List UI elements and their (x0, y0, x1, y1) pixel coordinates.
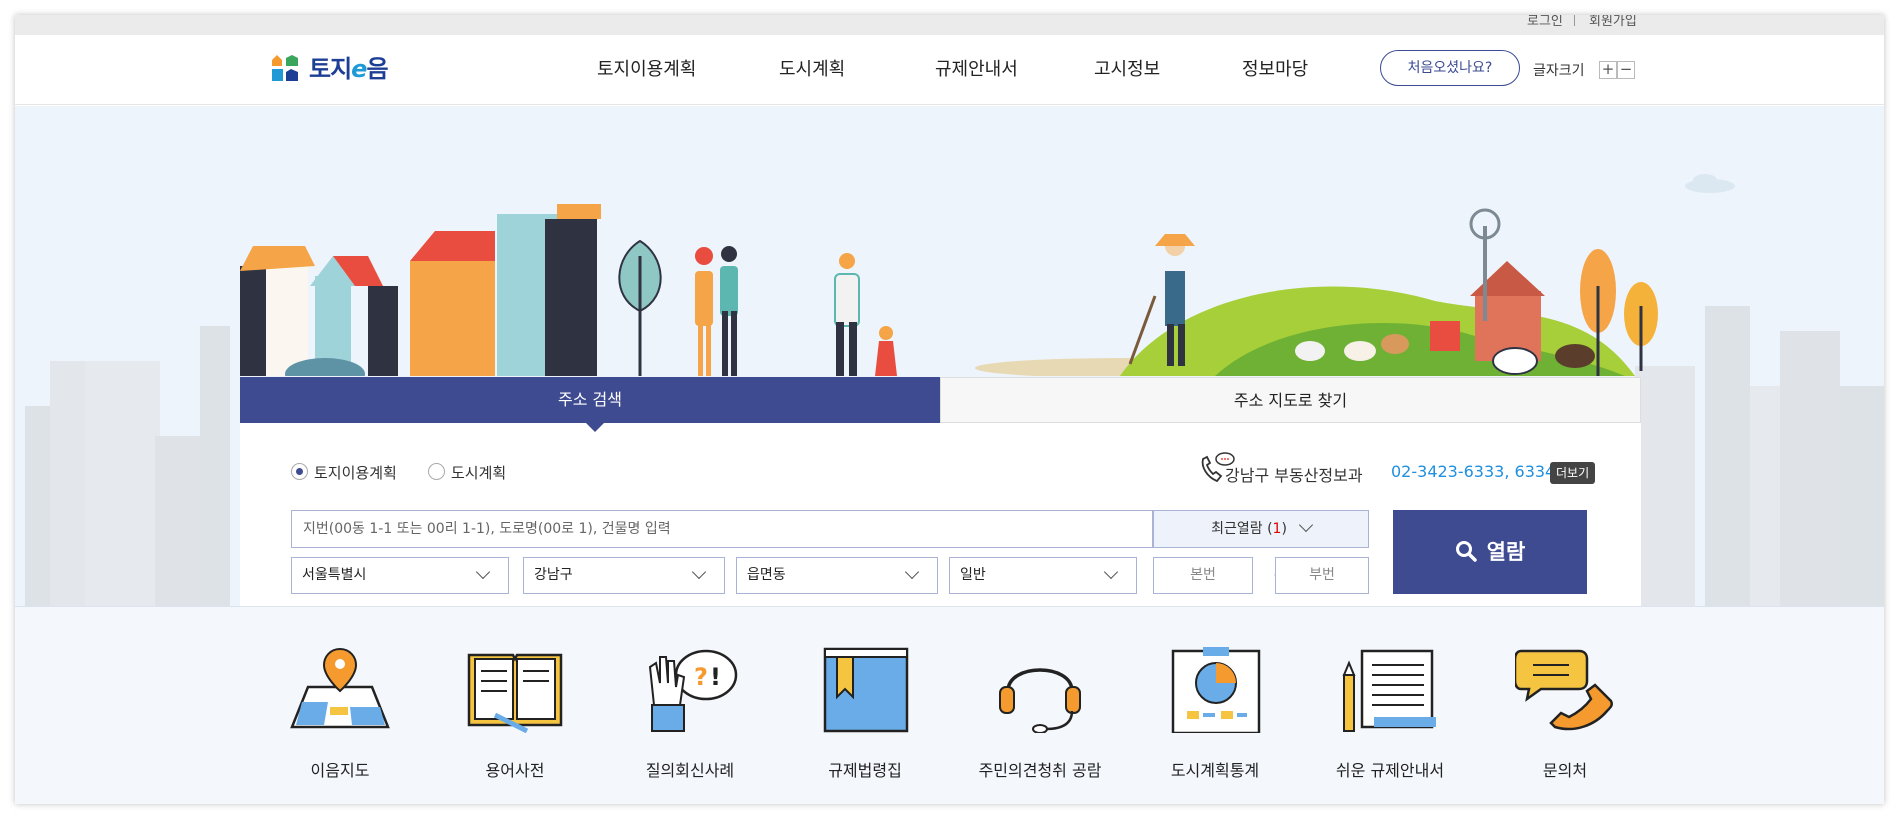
quick-link-label: 이음지도 (310, 761, 370, 780)
radio-unchecked-icon (428, 463, 445, 480)
chevron-down-icon (691, 564, 707, 580)
quick-links: 이음지도 용어사전 ? ! 질의회신사례 규제법령집 주민의견청취 공람 도시계… (15, 606, 1884, 804)
svg-text:!: ! (710, 663, 721, 691)
quick-link-label: 문의처 (1542, 761, 1588, 780)
font-size-increase-button[interactable]: + (1599, 61, 1617, 79)
tab-address-search[interactable]: 주소 검색 (240, 377, 940, 432)
headset-icon (999, 668, 1081, 733)
hero-section: 주소 검색 주소 지도로 찾기 토지이용계획 도시계획 강남구 부동산정보과 0… (15, 106, 1884, 625)
gnb-notices[interactable]: 고시정보 (1094, 55, 1160, 81)
address-search-panel: 주소 검색 주소 지도로 찾기 토지이용계획 도시계획 강남구 부동산정보과 0… (240, 377, 1641, 625)
quick-link-label: 도시계획통계 (1170, 761, 1260, 780)
utility-bar: 로그인 회원가입 (15, 15, 1884, 35)
gnb-info-center[interactable]: 정보마당 (1242, 55, 1308, 81)
site-logo[interactable]: 토지e음 (309, 49, 389, 84)
radio-city-plan[interactable]: 도시계획 (428, 462, 506, 483)
logo-text-b: 음 (366, 55, 388, 83)
logo-text-e: e (351, 55, 367, 83)
gnb-land-use-plan[interactable]: 토지이용계획 (597, 55, 696, 81)
site-header: 토지e음 토지이용계획 도시계획 규제안내서 고시정보 정보마당 처음오셨나요?… (15, 35, 1884, 105)
sub-lot-number-input[interactable]: 부번 (1275, 557, 1369, 594)
font-size-decrease-button[interactable]: − (1617, 61, 1635, 79)
emd-select[interactable]: 읍면동 (736, 557, 938, 594)
first-visit-button[interactable]: 처음오셨나요? (1380, 50, 1520, 86)
quick-link-label: 용어사전 (485, 761, 545, 780)
svg-text:?: ? (694, 663, 708, 691)
pie-chart-report-icon (1171, 647, 1261, 733)
signup-link[interactable]: 회원가입 (1589, 15, 1637, 29)
address-search-input[interactable] (291, 510, 1153, 548)
sigungu-select[interactable]: 강남구 (523, 557, 725, 594)
search-button[interactable]: 열람 (1393, 510, 1587, 594)
radio-land-use[interactable]: 토지이용계획 (291, 462, 397, 483)
radio-land-use-label: 토지이용계획 (314, 464, 397, 482)
sigungu-value: 강남구 (534, 567, 573, 583)
lot-type-select[interactable]: 일반 (949, 557, 1137, 594)
radio-city-plan-label: 도시계획 (451, 464, 507, 482)
open-book-icon (467, 653, 563, 733)
document-pencil-icon (1342, 649, 1436, 732)
chevron-down-icon (1103, 564, 1119, 580)
office-tel: 02-3423-6333, 6334 (1391, 462, 1556, 481)
emd-value: 읍면동 (747, 567, 786, 583)
law-book-icon (823, 647, 909, 733)
chevron-down-icon (1298, 517, 1313, 533)
chevron-down-icon (904, 564, 920, 580)
chevron-down-icon (475, 564, 491, 580)
browser-viewport: 로그인 회원가입 토지e음 토지이용계획 도시계획 규제안내서 고시정보 정보마… (15, 15, 1884, 804)
logo-icon[interactable] (270, 53, 300, 83)
quick-link-label: 규제법령집 (828, 761, 902, 780)
office-name: 강남구 부동산정보과 (1225, 466, 1363, 485)
more-contacts-button[interactable]: 더보기 (1550, 462, 1596, 484)
recent-views-label: 최근열람 (1211, 521, 1263, 537)
recent-count-close: ) (1281, 521, 1287, 537)
sido-value: 서울특별시 (302, 567, 367, 583)
main-lot-number-input[interactable]: 본번 (1153, 557, 1253, 594)
login-link[interactable]: 로그인 (1527, 15, 1563, 29)
search-button-label: 열람 (1486, 540, 1526, 564)
tab-map-search[interactable]: 주소 지도로 찾기 (940, 377, 1641, 423)
quick-link-label: 주민의견청취 공람 (978, 761, 1102, 780)
hero-illustration (240, 204, 1658, 376)
sido-select[interactable]: 서울특별시 (291, 557, 509, 594)
recent-views-dropdown[interactable]: 최근열람 (1) (1153, 510, 1369, 548)
radio-checked-icon (291, 463, 308, 480)
gnb-city-plan[interactable]: 도시계획 (779, 55, 845, 81)
font-size-label: 글자크기 (1533, 63, 1585, 79)
search-icon (1455, 541, 1477, 562)
quick-link-label: 쉬운 규제안내서 (1335, 761, 1445, 780)
quick-link-label: 질의회신사례 (645, 761, 735, 780)
gnb-regulation-guide[interactable]: 규제안내서 (935, 55, 1018, 81)
lot-type-value: 일반 (960, 567, 986, 583)
raised-hand-question-icon: ? ! (648, 649, 738, 732)
util-separator (1574, 15, 1575, 26)
logo-text-a: 토지 (309, 55, 352, 83)
map-pin-icon (290, 647, 390, 729)
phone-chat-icon (1515, 649, 1614, 731)
